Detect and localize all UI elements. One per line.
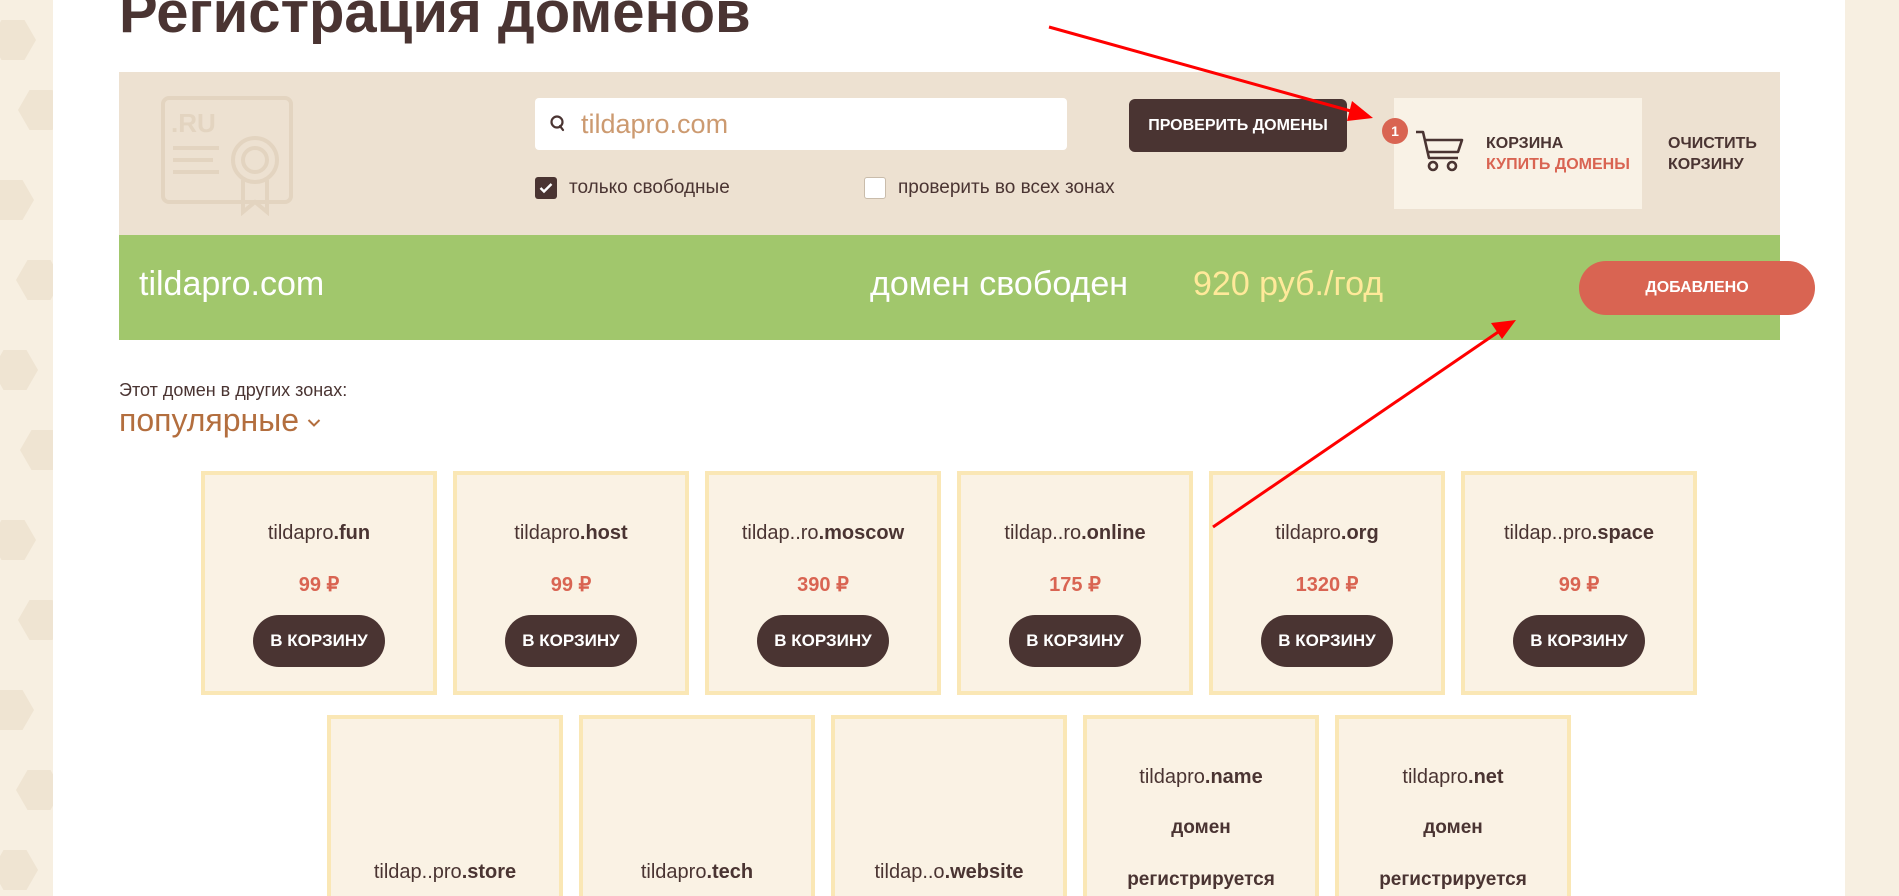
add-to-cart-button[interactable]: В КОРЗИНУ: [757, 615, 889, 667]
card-domain-name: tildapro.host: [514, 522, 628, 544]
add-to-cart-button[interactable]: В КОРЗИНУ: [1009, 615, 1141, 667]
card-domain-name: tildapro.fun: [267, 522, 371, 544]
search-icon: [550, 115, 565, 132]
cart-title: КОРЗИНА: [1486, 135, 1564, 152]
domain-card: tildap..pro.space 99 ₽ В КОРЗИНУ: [1461, 471, 1697, 695]
domain-result-bar: tildapro.com домен свободен 920 руб./год…: [119, 235, 1815, 340]
cart-icon: [1416, 130, 1464, 172]
only-free-label: только свободные: [569, 177, 730, 198]
page-container: Регистрация доменов .RU ПРОВЕРИТЬ ДОМЕНЫ: [53, 0, 1845, 896]
card-domain-name: tildap..o.website: [874, 861, 1024, 883]
certificate-icon: .RU: [161, 96, 293, 216]
only-free-option[interactable]: только свободные: [535, 177, 730, 199]
card-domain-name: tildap..pro.store: [373, 861, 517, 883]
zone-group-select[interactable]: популярные: [119, 402, 321, 439]
other-zones-label: Этот домен в других зонах:: [119, 380, 348, 400]
domain-card: tildap..o.website: [831, 715, 1067, 896]
card-price: 99 ₽: [1558, 574, 1600, 596]
card-domain-name: tildap..ro.moscow: [741, 522, 905, 544]
all-zones-label: проверить во всех зонах: [898, 177, 1115, 198]
buy-domains-link[interactable]: КУПИТЬ ДОМЕНЫ: [1486, 156, 1630, 174]
card-domain-name: tildapro.net: [1402, 766, 1504, 788]
domain-card: tildapro.tech: [579, 715, 815, 896]
search-panel: .RU ПРОВЕРИТЬ ДОМЕНЫ только свободные: [119, 72, 1780, 235]
card-price: 390 ₽: [797, 574, 849, 596]
card-domain-name: tildapro.name: [1139, 766, 1263, 788]
result-price: 920 руб./год: [1193, 265, 1384, 303]
all-zones-checkbox[interactable]: [864, 177, 886, 199]
svg-text:.RU: .RU: [171, 108, 216, 138]
domain-card: tildapro.fun 99 ₽ В КОРЗИНУ: [201, 471, 437, 695]
card-status-line: домен: [1171, 817, 1231, 838]
added-button[interactable]: ДОБАВЛЕНО: [1579, 261, 1815, 315]
search-input[interactable]: [581, 108, 1041, 140]
card-domain-name: tildapro.org: [1275, 522, 1379, 544]
zone-group-label: популярные: [119, 402, 300, 438]
result-domain: tildapro.com: [139, 265, 325, 303]
card-status-line: домен: [1423, 817, 1483, 838]
domain-card: tildap..ro.online 175 ₽ В КОРЗИНУ: [957, 471, 1193, 695]
card-status-line: регистрируется: [1127, 869, 1275, 890]
result-status: домен свободен: [870, 265, 1129, 303]
card-price: 99 ₽: [550, 574, 592, 596]
domain-card: tildap..pro.store: [327, 715, 563, 896]
domain-card: tildapro.name домен регистрируется: [1083, 715, 1319, 896]
add-to-cart-button[interactable]: В КОРЗИНУ: [505, 615, 637, 667]
card-price: 175 ₽: [1049, 574, 1101, 596]
card-status-line: регистрируется: [1379, 869, 1527, 890]
domain-card: tildapro.net домен регистрируется: [1335, 715, 1571, 896]
add-to-cart-button[interactable]: В КОРЗИНУ: [1513, 615, 1645, 667]
all-zones-option[interactable]: проверить во всех зонах: [864, 177, 1115, 199]
page-title: Регистрация доменов: [119, 0, 751, 45]
clear-cart-link[interactable]: ОЧИСТИТЬ КОРЗИНУ: [1668, 133, 1778, 175]
card-price: 1320 ₽: [1295, 574, 1359, 596]
search-field[interactable]: [535, 98, 1067, 150]
domain-card: tildapro.org 1320 ₽ В КОРЗИНУ: [1209, 471, 1445, 695]
domain-card: tildapro.host 99 ₽ В КОРЗИНУ: [453, 471, 689, 695]
check-domains-button[interactable]: ПРОВЕРИТЬ ДОМЕНЫ: [1129, 99, 1347, 152]
domain-card: tildap..ro.moscow 390 ₽ В КОРЗИНУ: [705, 471, 941, 695]
card-domain-name: tildap..ro.online: [1004, 522, 1146, 544]
card-domain-name: tildapro.tech: [640, 861, 754, 883]
background-pattern: [0, 0, 60, 896]
card-price: 99 ₽: [298, 574, 340, 596]
cart-count-badge: 1: [1382, 118, 1408, 144]
add-to-cart-button[interactable]: В КОРЗИНУ: [253, 615, 385, 667]
add-to-cart-button[interactable]: В КОРЗИНУ: [1261, 615, 1393, 667]
cart-widget[interactable]: 1 КОРЗИНА КУПИТЬ ДОМЕНЫ: [1382, 98, 1642, 209]
chevron-down-icon: [307, 418, 321, 427]
card-domain-name: tildap..pro.space: [1503, 522, 1655, 544]
only-free-checkbox[interactable]: [535, 177, 557, 199]
checkmark-icon: [539, 183, 553, 194]
